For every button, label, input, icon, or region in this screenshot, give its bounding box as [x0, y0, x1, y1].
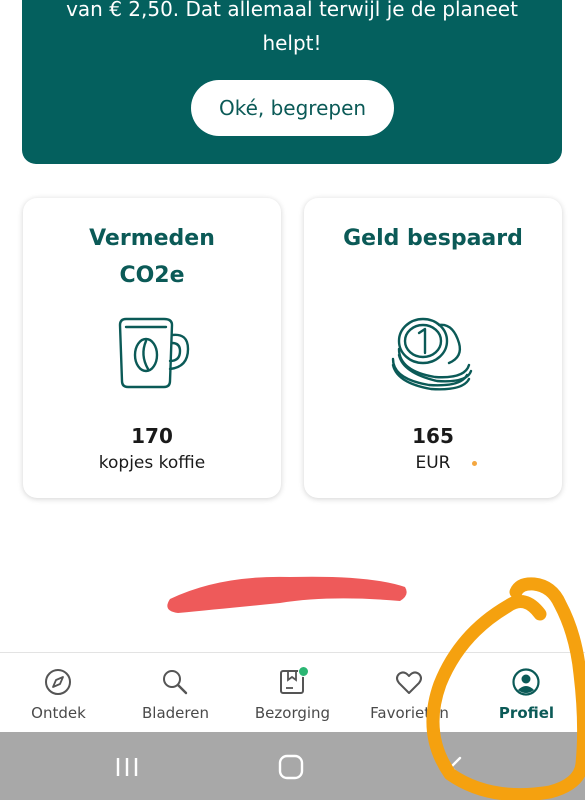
coffee-mug-icon [118, 317, 190, 389]
co2-value: 170 [131, 424, 173, 448]
nav-item-bladeren[interactable]: Bladeren [117, 653, 234, 733]
redaction-scribble [167, 576, 407, 613]
nav-label: Favorieten [370, 704, 449, 722]
coins-icon [391, 317, 473, 391]
nav-item-ontdek[interactable]: Ontdek [0, 653, 117, 733]
search-icon [163, 670, 188, 695]
card-title: Geld bespaard [343, 226, 523, 251]
nav-item-favorieten[interactable]: Favorieten [351, 653, 468, 733]
recent-apps-icon[interactable] [110, 752, 144, 782]
nav-item-profiel[interactable]: Profiel [468, 653, 585, 733]
back-icon[interactable] [440, 752, 474, 782]
money-card: Geld bespaard 165 EUR [304, 198, 562, 498]
profile-icon [512, 668, 540, 696]
home-icon[interactable] [274, 752, 308, 782]
nav-label: Profiel [498, 704, 555, 722]
nav-item-bezorging[interactable]: Bezorging [234, 653, 351, 733]
ok-understood-button[interactable]: Oké, begrepen [191, 80, 394, 136]
money-unit: EUR [415, 453, 451, 473]
info-banner: van € 2,50. Dat allemaal terwijl je de p… [22, 0, 562, 164]
co2-card: Vermeden CO2e 170 kopjes koffie [23, 198, 281, 498]
system-navigation-bar [0, 732, 585, 800]
notification-badge [298, 666, 309, 677]
nav-label: Bezorging [254, 704, 331, 722]
card-title: Vermeden CO2e [89, 226, 215, 288]
nav-label: Bladeren [142, 704, 209, 722]
money-value: 165 [412, 424, 454, 448]
indicator-dot [472, 461, 477, 466]
banner-text: van € 2,50. Dat allemaal terwijl je de p… [66, 0, 518, 55]
co2-unit: kopjes koffie [98, 453, 206, 473]
compass-icon [45, 669, 71, 695]
nav-label: Ontdek [31, 704, 86, 722]
heart-icon [396, 671, 422, 694]
bottom-navigation: Ontdek Bladeren Bezorging Favorieten Pro… [0, 652, 585, 733]
